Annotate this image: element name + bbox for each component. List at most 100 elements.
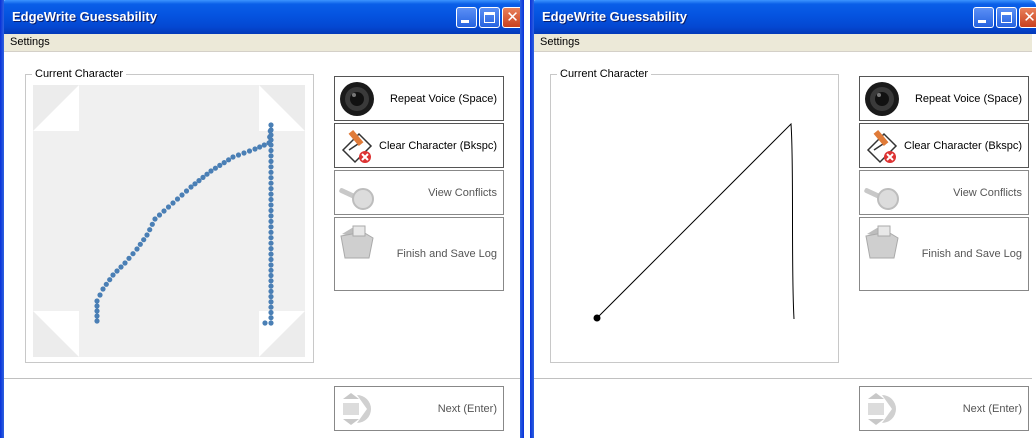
maximize-button[interactable]: [479, 7, 500, 28]
stroke-dot: [268, 288, 274, 294]
close-button[interactable]: ✕: [1019, 7, 1036, 28]
stroke-dot: [97, 292, 103, 298]
stroke-dot: [134, 246, 140, 252]
speaker-icon: [865, 82, 899, 116]
minimize-icon: [978, 20, 986, 23]
stroke-dot: [241, 150, 247, 156]
character-canvas[interactable]: [33, 85, 305, 357]
stroke-dot: [152, 216, 158, 222]
stroke-dot: [170, 200, 176, 206]
stroke-dot: [268, 262, 274, 268]
repeat-voice-label: Repeat Voice (Space): [389, 92, 497, 105]
stroke-dot: [118, 264, 124, 270]
folder-icon: [865, 225, 899, 259]
stroke-dot: [147, 227, 153, 233]
corner-bottom-left: [33, 311, 79, 357]
stroke-dot: [268, 180, 274, 186]
stroke-dot: [257, 144, 263, 150]
view-conflicts-button[interactable]: View Conflicts: [334, 170, 504, 215]
corner-top-right: [259, 85, 305, 131]
stroke-dot: [268, 137, 274, 143]
stroke-dot: [268, 251, 274, 257]
minimize-icon: [461, 20, 469, 23]
stroke-dot: [268, 294, 274, 300]
menu-settings[interactable]: Settings: [540, 36, 580, 48]
clear-character-button[interactable]: Clear Character (Bkspc): [859, 123, 1029, 168]
clear-character-icon: [341, 129, 373, 164]
window-frame-left: [530, 0, 534, 438]
stroke-dot: [268, 320, 274, 326]
stroke-dot: [141, 237, 147, 243]
maximize-icon: [1001, 12, 1012, 23]
stroke-dot: [174, 196, 181, 202]
stroke-dot: [149, 221, 155, 227]
window-title: EdgeWrite Guessability: [12, 9, 157, 24]
window-title: EdgeWrite Guessability: [542, 9, 687, 24]
stroke-dot: [94, 313, 100, 319]
finish-save-log-label: Finish and Save Log: [396, 248, 497, 260]
title-bar[interactable]: EdgeWrite Guessability ✕: [0, 0, 524, 34]
stroke-dot: [221, 160, 227, 166]
stroke-dot: [183, 188, 190, 194]
next-arrow-icon: [868, 393, 896, 425]
stroke-dot: [268, 213, 274, 219]
stroke-dot: [114, 268, 120, 274]
repeat-voice-button[interactable]: Repeat Voice (Space): [859, 76, 1029, 121]
finish-save-log-button[interactable]: Finish and Save Log: [334, 217, 504, 291]
stroke-dot: [268, 122, 274, 128]
clear-character-icon: [866, 129, 898, 164]
stroke-dot: [268, 283, 274, 289]
stroke-dot: [268, 235, 274, 241]
current-character-group: Current Character: [550, 68, 839, 363]
stroke-dot: [268, 164, 274, 170]
stroke-dot: [268, 218, 274, 224]
stroke-dot: [268, 278, 274, 284]
stroke-dot: [268, 256, 274, 263]
stroke-dot: [100, 286, 106, 292]
next-button[interactable]: Next (Enter): [859, 386, 1029, 431]
view-conflicts-label: View Conflicts: [428, 186, 497, 199]
finish-save-log-button[interactable]: Finish and Save Log: [859, 217, 1029, 291]
dot-trace-svg: [33, 85, 305, 357]
next-arrow-icon: [343, 393, 371, 425]
stroke-dot: [268, 147, 274, 154]
title-bar[interactable]: EdgeWrite Guessability ✕: [530, 0, 1036, 34]
stroke-dot: [179, 192, 185, 198]
folder-icon: [340, 225, 374, 259]
stroke-dot: [246, 148, 253, 154]
minimize-button[interactable]: [456, 7, 477, 28]
view-conflicts-button[interactable]: View Conflicts: [859, 170, 1029, 215]
edgewrite-window-line: EdgeWrite Guessability ✕ Settings Curren…: [530, 0, 1036, 438]
minimize-button[interactable]: [973, 7, 994, 28]
stroke-dot: [94, 303, 100, 309]
stroke-dot: [110, 272, 116, 278]
stroke-dot: [268, 229, 274, 235]
stroke-dot: [262, 320, 268, 326]
character-canvas[interactable]: [558, 85, 830, 357]
clear-character-button[interactable]: Clear Character (Bkspc): [334, 123, 504, 168]
maximize-button[interactable]: [996, 7, 1017, 28]
menu-settings[interactable]: Settings: [10, 36, 50, 48]
next-button[interactable]: Next (Enter): [334, 386, 504, 431]
stroke-dot: [252, 146, 258, 152]
current-character-label: Current Character: [557, 68, 652, 81]
stroke-dot: [268, 191, 274, 197]
edgewrite-window-dots: EdgeWrite Guessability ✕ Settings Curren…: [0, 0, 524, 438]
stroke-dot: [268, 207, 274, 214]
bottom-separator: [534, 378, 1032, 379]
stroke-dot: [268, 309, 274, 316]
next-label: Next (Enter): [962, 402, 1022, 415]
stroke-dot: [137, 241, 143, 247]
close-icon: ✕: [1023, 8, 1036, 26]
stroke-dot: [226, 157, 232, 163]
stroke-dot: [268, 202, 274, 208]
stroke-dot: [268, 267, 274, 273]
stroke-dot: [268, 272, 274, 279]
stroke-dot: [268, 186, 274, 192]
stroke-dot: [268, 240, 274, 246]
stroke-dot: [268, 158, 274, 164]
current-character-group: Current Character: [25, 68, 314, 363]
repeat-voice-button[interactable]: Repeat Voice (Space): [334, 76, 504, 121]
stroke-dot: [107, 277, 113, 283]
stroke-dot: [161, 208, 167, 214]
